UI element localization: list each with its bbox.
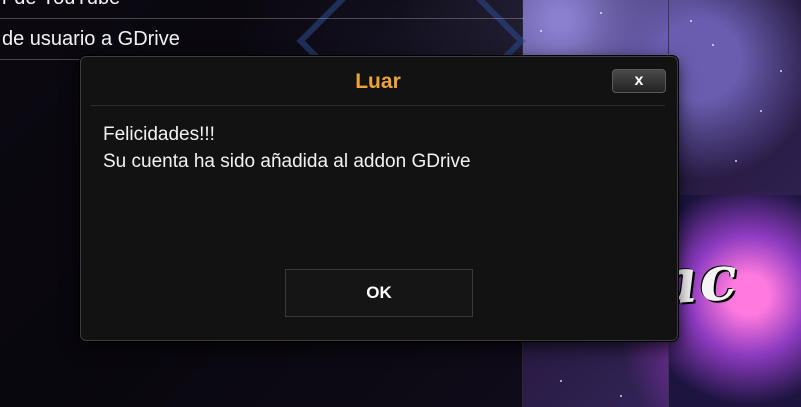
list-item[interactable]: de usuario a GDrive — [0, 19, 524, 60]
close-button[interactable]: x — [612, 69, 666, 93]
dialog-message: Felicidades!!! Su cuenta ha sido añadida… — [103, 121, 653, 175]
dialog-title: Luar — [355, 70, 401, 93]
close-icon: x — [634, 72, 644, 89]
message-line: Felicidades!!! — [103, 124, 215, 145]
dialog-header: Luar x — [91, 65, 666, 106]
ok-button[interactable]: OK — [285, 269, 473, 317]
background-side-panel — [668, 0, 801, 195]
message-line: Su cuenta ha sido añadida al addon GDriv… — [103, 151, 471, 172]
ok-dialog: Luar x Felicidades!!! Su cuenta ha sido … — [80, 56, 678, 341]
list-item[interactable]: r de YouTube — [0, 0, 524, 19]
